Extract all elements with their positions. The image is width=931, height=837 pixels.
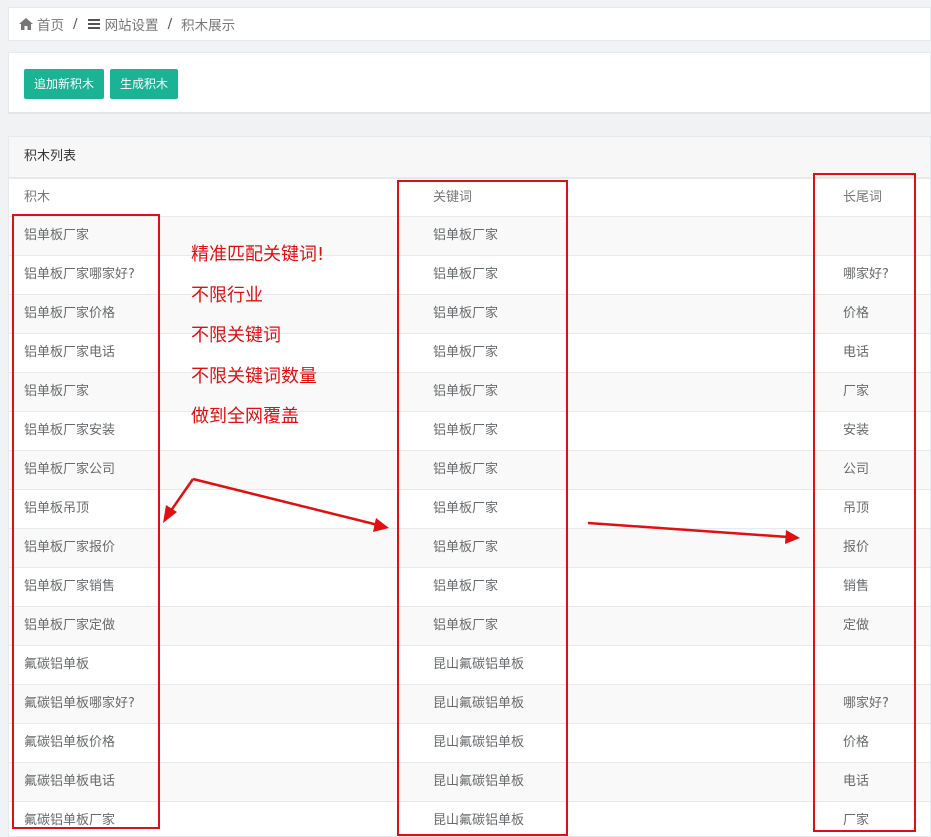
block-list-panel: 积木列表 积木 关键词 长尾词 铝单板厂家 铝单板厂家 铝单板厂家哪家好? 铝单板厂家… xyxy=(8,136,931,837)
table-row: 氟碳铝单板电话 昆山氟碳铝单板 电话 xyxy=(9,763,930,802)
cell-longtail: 价格 xyxy=(843,735,870,750)
table-row: 铝单板吊顶 铝单板厂家 吊顶 xyxy=(9,490,930,529)
table-row: 氟碳铝单板哪家好? 昆山氟碳铝单板 哪家好? xyxy=(9,685,930,724)
table-row: 铝单板厂家公司 铝单板厂家 公司 xyxy=(9,451,930,490)
cell-longtail: 哪家好? xyxy=(843,267,889,282)
table-row: 氟碳铝单板 昆山氟碳铝单板 xyxy=(9,646,930,685)
column-header-keyword: 关键词 xyxy=(433,190,473,205)
table-row: 铝单板厂家 铝单板厂家 xyxy=(9,217,930,256)
table-row: 铝单板厂家定做 铝单板厂家 定做 xyxy=(9,607,930,646)
cell-block: 铝单板厂家 xyxy=(24,228,90,243)
cell-keyword: 昆山氟碳铝单板 xyxy=(433,657,525,672)
cell-longtail: 销售 xyxy=(843,579,870,594)
cell-keyword: 铝单板厂家 xyxy=(433,228,499,243)
annotation-line: 精准匹配关键词! xyxy=(191,244,325,265)
panel-title: 积木列表 xyxy=(9,137,930,179)
table-body: 铝单板厂家 铝单板厂家 铝单板厂家哪家好? 铝单板厂家 哪家好? 铝单板厂家价格 铝单板厂家… xyxy=(9,217,930,836)
cell-keyword: 昆山氟碳铝单板 xyxy=(433,735,525,750)
cell-block: 铝单板厂家 xyxy=(24,384,90,399)
table-header: 积木 关键词 长尾词 xyxy=(9,179,930,217)
cell-block: 氟碳铝单板 xyxy=(24,657,90,672)
cell-keyword: 铝单板厂家 xyxy=(433,267,499,282)
annotation-line: 不限行业 xyxy=(191,284,263,306)
cell-longtail: 安装 xyxy=(843,423,870,438)
cell-longtail: 厂家 xyxy=(843,813,870,828)
table-row: 铝单板厂家电话 铝单板厂家 电话 xyxy=(9,334,930,373)
cell-block: 铝单板厂家报价 xyxy=(24,540,116,555)
cell-block: 铝单板厂家电话 xyxy=(24,345,116,360)
cell-keyword: 昆山氟碳铝单板 xyxy=(433,774,525,789)
cell-keyword: 铝单板厂家 xyxy=(433,579,499,594)
cell-keyword: 铝单板厂家 xyxy=(433,384,499,399)
breadcrumb-settings[interactable]: 网站设置 xyxy=(87,14,159,34)
cell-block: 铝单板厂家公司 xyxy=(24,462,116,477)
annotation-line: 不限关键词数量 xyxy=(191,365,317,387)
breadcrumb-home-label: 首页 xyxy=(37,18,64,34)
breadcrumb: 首页 / 网站设置 / 积木展示 xyxy=(8,7,931,41)
table-row: 铝单板厂家价格 铝单板厂家 价格 xyxy=(9,295,930,334)
cell-keyword: 昆山氟碳铝单板 xyxy=(433,696,525,711)
breadcrumb-home[interactable]: 首页 xyxy=(19,14,64,34)
cell-longtail: 哪家好? xyxy=(843,696,889,711)
cell-longtail: 报价 xyxy=(843,540,870,555)
table-row: 氟碳铝单板价格 昆山氟碳铝单板 价格 xyxy=(9,724,930,763)
cell-block: 铝单板厂家定做 xyxy=(24,618,116,633)
cell-block: 氟碳铝单板价格 xyxy=(24,735,116,750)
column-header-block: 积木 xyxy=(24,190,51,205)
cell-block: 铝单板厂家安装 xyxy=(24,423,116,438)
cell-block: 氟碳铝单板厂家 xyxy=(24,813,116,828)
menu-icon xyxy=(87,19,100,29)
add-block-button[interactable]: 追加新积木 xyxy=(24,69,105,99)
cell-keyword: 铝单板厂家 xyxy=(433,462,499,477)
cell-block: 铝单板厂家销售 xyxy=(24,579,116,594)
cell-keyword: 铝单板厂家 xyxy=(433,540,499,555)
cell-longtail: 吊顶 xyxy=(843,501,870,516)
toolbar: 追加新积木 生成积木 xyxy=(8,52,931,114)
table-row: 氟碳铝单板厂家 昆山氟碳铝单板 厂家 xyxy=(9,802,930,836)
cell-block: 氟碳铝单板哪家好? xyxy=(24,696,135,711)
breadcrumb-separator: / xyxy=(73,16,78,32)
column-header-longtail: 长尾词 xyxy=(843,190,883,205)
cell-longtail: 厂家 xyxy=(843,384,870,399)
table-row: 铝单板厂家哪家好? 铝单板厂家 哪家好? xyxy=(9,256,930,295)
table-row: 铝单板厂家报价 铝单板厂家 报价 xyxy=(9,529,930,568)
breadcrumb-current: 积木展示 xyxy=(181,18,236,34)
generate-blocks-button[interactable]: 生成积木 xyxy=(110,69,179,99)
breadcrumb-separator: / xyxy=(167,16,173,32)
cell-longtail: 公司 xyxy=(843,462,870,477)
annotation-line: 做到全网覆盖 xyxy=(191,406,299,427)
cell-keyword: 铝单板厂家 xyxy=(433,501,499,516)
home-icon xyxy=(19,18,33,30)
cell-block: 铝单板吊顶 xyxy=(24,501,90,516)
table-row: 铝单板厂家销售 铝单板厂家 销售 xyxy=(9,568,930,607)
cell-keyword: 铝单板厂家 xyxy=(433,618,499,633)
annotation-line: 不限关键词 xyxy=(191,325,281,346)
cell-keyword: 铝单板厂家 xyxy=(433,423,499,438)
cell-longtail: 价格 xyxy=(843,306,870,321)
table-row: 铝单板厂家 铝单板厂家 厂家 xyxy=(9,373,930,412)
cell-block: 铝单板厂家价格 xyxy=(24,306,116,321)
cell-keyword: 昆山氟碳铝单板 xyxy=(433,813,525,828)
breadcrumb-settings-label: 网站设置 xyxy=(104,18,159,34)
table-row: 铝单板厂家安装 铝单板厂家 安装 xyxy=(9,412,930,451)
cell-longtail: 电话 xyxy=(843,774,870,789)
cell-block: 氟碳铝单板电话 xyxy=(24,774,116,789)
cell-longtail: 电话 xyxy=(843,345,870,360)
cell-keyword: 铝单板厂家 xyxy=(433,345,499,360)
cell-keyword: 铝单板厂家 xyxy=(433,306,499,321)
cell-longtail: 定做 xyxy=(843,618,870,633)
annotation-text: 精准匹配关键词! 不限行业 不限关键词 不限关键词数量 做到全网覆盖 xyxy=(191,235,324,438)
cell-block: 铝单板厂家哪家好? xyxy=(24,267,135,282)
